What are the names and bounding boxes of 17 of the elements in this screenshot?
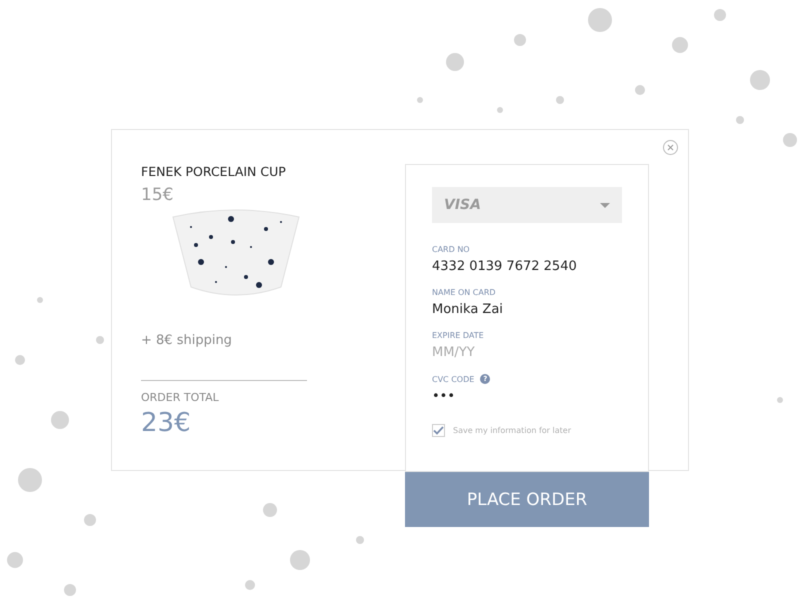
input-field[interactable]: MM/YY [432,345,622,360]
input-field[interactable]: ••• [432,389,622,404]
product-name: FENEK PORCELAIN CUP [141,164,287,179]
close-icon[interactable] [663,140,678,155]
input-field[interactable]: 4332 0139 7672 2540 [432,259,622,274]
total-label: ORDER TOTAL [141,391,220,404]
field-label: EXPIRE DATE [432,331,484,340]
field-label: CARD NO [432,245,470,254]
save-checkbox[interactable] [432,424,445,437]
total-value: 23€ [141,408,192,438]
product-price: 15€ [141,185,174,205]
field-label: CVC CODE [432,374,474,384]
shipping-text: + 8€ shipping [141,333,233,348]
field-label: NAME ON CARD [432,288,496,297]
caret-icon [600,202,610,208]
save-label: Save my information for later [453,426,571,435]
input-field[interactable]: Monika Zai [432,302,622,317]
